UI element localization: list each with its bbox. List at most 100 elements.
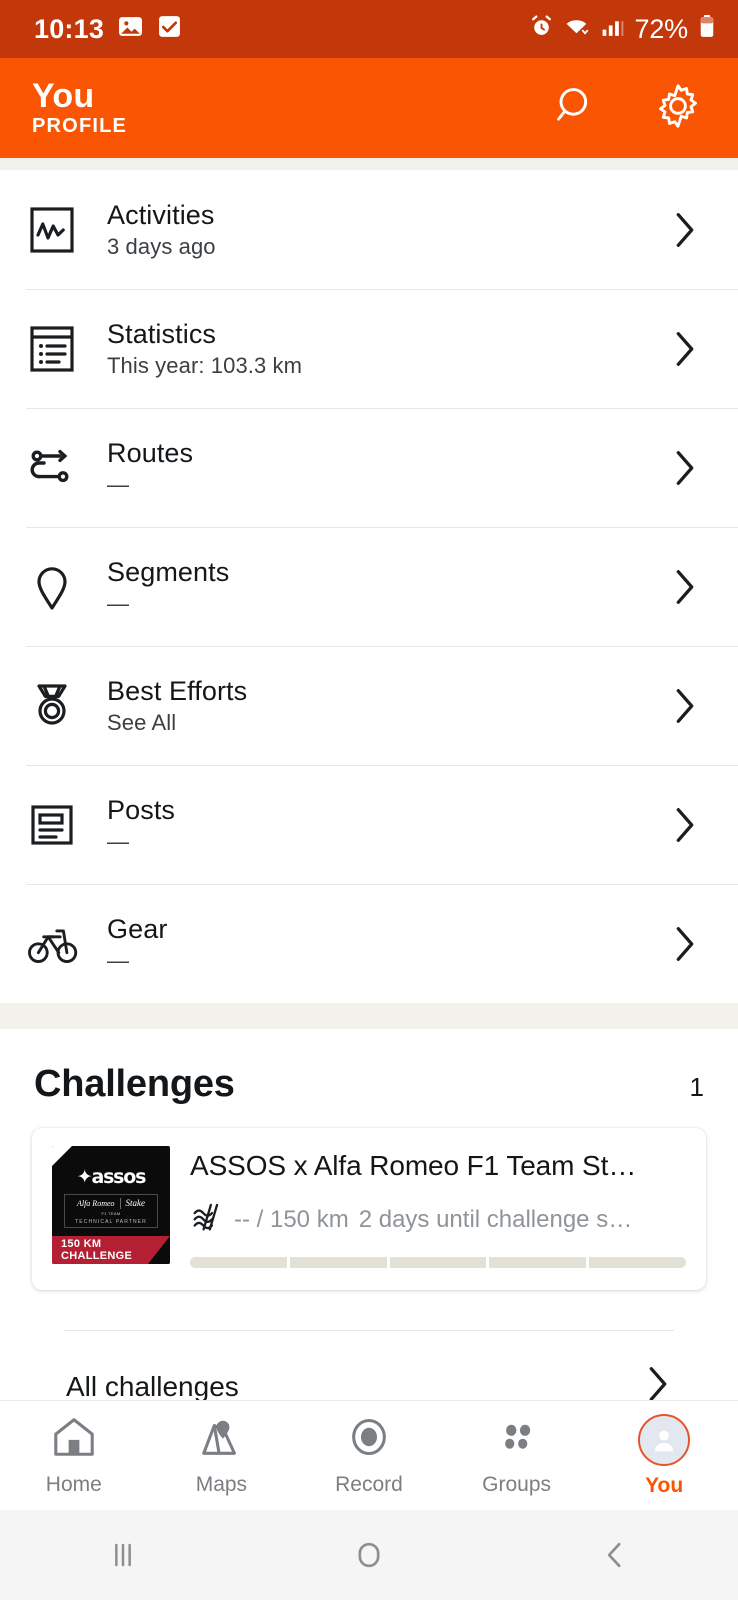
progress-segment (289, 1257, 387, 1268)
home-icon (49, 1414, 99, 1465)
menu-item-label: Routes (107, 437, 194, 468)
menu-item-text: Gear — (104, 913, 658, 973)
bicycle-icon (26, 917, 104, 971)
progress-segment (389, 1257, 487, 1268)
profile-content: Activities 3 days ago Statistics This ye… (0, 158, 738, 1600)
menu-item-text: Statistics This year: 103.3 km (104, 318, 658, 378)
status-bar-left: 10:13 (34, 14, 182, 45)
badge-partner-row: Alfa Romeo Stake (76, 1197, 146, 1209)
challenges-section: Challenges 1 ✦assos Alfa Romeo Stake F1 … (0, 1029, 738, 1412)
avatar-icon (638, 1413, 691, 1466)
menu-item-statistics[interactable]: Statistics This year: 103.3 km (0, 289, 738, 408)
progress-segment (190, 1257, 287, 1268)
menu-item-label: Best Efforts (107, 675, 248, 706)
post-icon (26, 799, 104, 851)
page-subtitle: PROFILE (32, 115, 128, 138)
menu-item-sublabel: — (107, 947, 130, 973)
menu-item-label: Segments (107, 556, 230, 587)
badge-divider (119, 1197, 121, 1209)
menu-item-label: Posts (107, 794, 176, 825)
checkbox-icon (157, 14, 182, 44)
tab-home[interactable]: Home (0, 1414, 148, 1497)
tab-label: Home (45, 1473, 102, 1496)
status-bar: 10:13 72% (0, 0, 738, 58)
chevron-right-icon (658, 445, 712, 491)
tab-maps[interactable]: Maps (148, 1414, 296, 1497)
tab-groups[interactable]: Groups (443, 1414, 591, 1497)
content-top-spacer (0, 158, 738, 170)
challenge-name: ASSOS x Alfa Romeo F1 Team St… (190, 1150, 637, 1181)
badge-partner-box: Alfa Romeo Stake F1 TEAM TECHNICAL PARTN… (64, 1194, 158, 1228)
tab-label: Record (335, 1473, 403, 1496)
badge-partner-note: TECHNICAL PARTNER (75, 1218, 147, 1225)
recents-icon[interactable] (0, 1535, 246, 1575)
menu-item-text: Posts — (104, 794, 658, 853)
challenges-title: Challenges (34, 1063, 235, 1105)
menu-item-sublabel: This year: 103.3 km (107, 352, 303, 378)
groups-icon (492, 1414, 542, 1465)
chevron-right-icon (658, 683, 712, 729)
menu-item-sublabel: See All (107, 709, 177, 735)
menu-item-segments[interactable]: Segments — (0, 527, 738, 646)
challenge-time-remaining: 2 days until challenge s… (358, 1205, 633, 1233)
menu-item-sublabel: — (107, 471, 130, 497)
badge-partner-left-sub: F1 TEAM (101, 1210, 121, 1216)
challenge-distance: -- / 150 km (234, 1205, 349, 1233)
challenge-badge-image: ✦assos Alfa Romeo Stake F1 TEAM TECHNICA… (52, 1146, 170, 1264)
menu-item-routes[interactable]: Routes — (0, 408, 738, 527)
battery-percent: 72% (634, 13, 689, 44)
badge-ribbon: 150 KM CHALLENGE (52, 1236, 170, 1264)
challenges-count: 1 (689, 1072, 704, 1102)
menu-item-text: Activities 3 days ago (104, 199, 658, 259)
challenge-card[interactable]: ✦assos Alfa Romeo Stake F1 TEAM TECHNICA… (32, 1128, 706, 1290)
badge-brand-text: ✦assos (76, 1166, 147, 1188)
wifi-icon (564, 14, 591, 44)
search-icon[interactable] (552, 83, 598, 134)
menu-item-sublabel: — (107, 590, 130, 616)
back-chevron-icon[interactable] (492, 1535, 738, 1575)
header-actions (552, 82, 710, 135)
tab-you[interactable]: You (590, 1413, 738, 1498)
challenge-progress-bar (190, 1257, 686, 1268)
page-title: You (32, 76, 95, 115)
menu-item-activities[interactable]: Activities 3 days ago (0, 170, 738, 289)
menu-item-sublabel: 3 days ago (107, 233, 216, 259)
menu-item-label: Gear (107, 913, 168, 944)
menu-item-text: Routes — (104, 437, 658, 497)
menu-item-posts[interactable]: Posts — (0, 765, 738, 884)
badge-partner-right: Stake (125, 1198, 146, 1208)
chevron-right-icon (658, 207, 712, 253)
challenges-header: Challenges 1 (32, 1051, 706, 1128)
route-icon (26, 442, 104, 494)
section-divider-band (0, 1003, 738, 1029)
chevron-right-icon (658, 564, 712, 610)
record-icon (344, 1414, 394, 1465)
tab-label: Groups (482, 1473, 552, 1496)
menu-item-gear[interactable]: Gear — (0, 884, 738, 1003)
menu-item-label: Activities (107, 199, 215, 230)
tab-label: You (645, 1473, 684, 1497)
activity-chart-icon (26, 204, 104, 256)
badge-partner-left: Alfa Romeo (76, 1198, 115, 1208)
maps-icon (196, 1414, 246, 1465)
challenge-meta: -- / 150 km 2 days until challenge s… (190, 1200, 686, 1239)
app-header: You PROFILE (0, 58, 738, 158)
gear-icon[interactable] (654, 82, 702, 135)
home-circle-icon[interactable] (246, 1535, 492, 1575)
menu-item-best-efforts[interactable]: Best Efforts See All (0, 646, 738, 765)
status-bar-right: 72% (529, 14, 716, 45)
menu-item-text: Best Efforts See All (104, 675, 658, 735)
signal-icon (601, 14, 625, 44)
bottom-tab-bar: Home Maps Record Groups You (0, 1400, 738, 1510)
progress-segment (489, 1257, 587, 1268)
map-pin-icon (26, 561, 104, 613)
alarm-icon (529, 14, 554, 44)
battery-icon (698, 14, 716, 44)
challenge-details: ASSOS x Alfa Romeo F1 Team St… -- / 150 … (190, 1146, 686, 1268)
tab-label: Maps (195, 1473, 248, 1496)
all-challenges-label: All challenges (66, 1370, 239, 1402)
profile-menu-list: Activities 3 days ago Statistics This ye… (0, 170, 738, 1003)
system-navigation-bar (0, 1510, 738, 1600)
menu-item-label: Statistics (107, 318, 217, 349)
tab-record[interactable]: Record (295, 1414, 443, 1497)
